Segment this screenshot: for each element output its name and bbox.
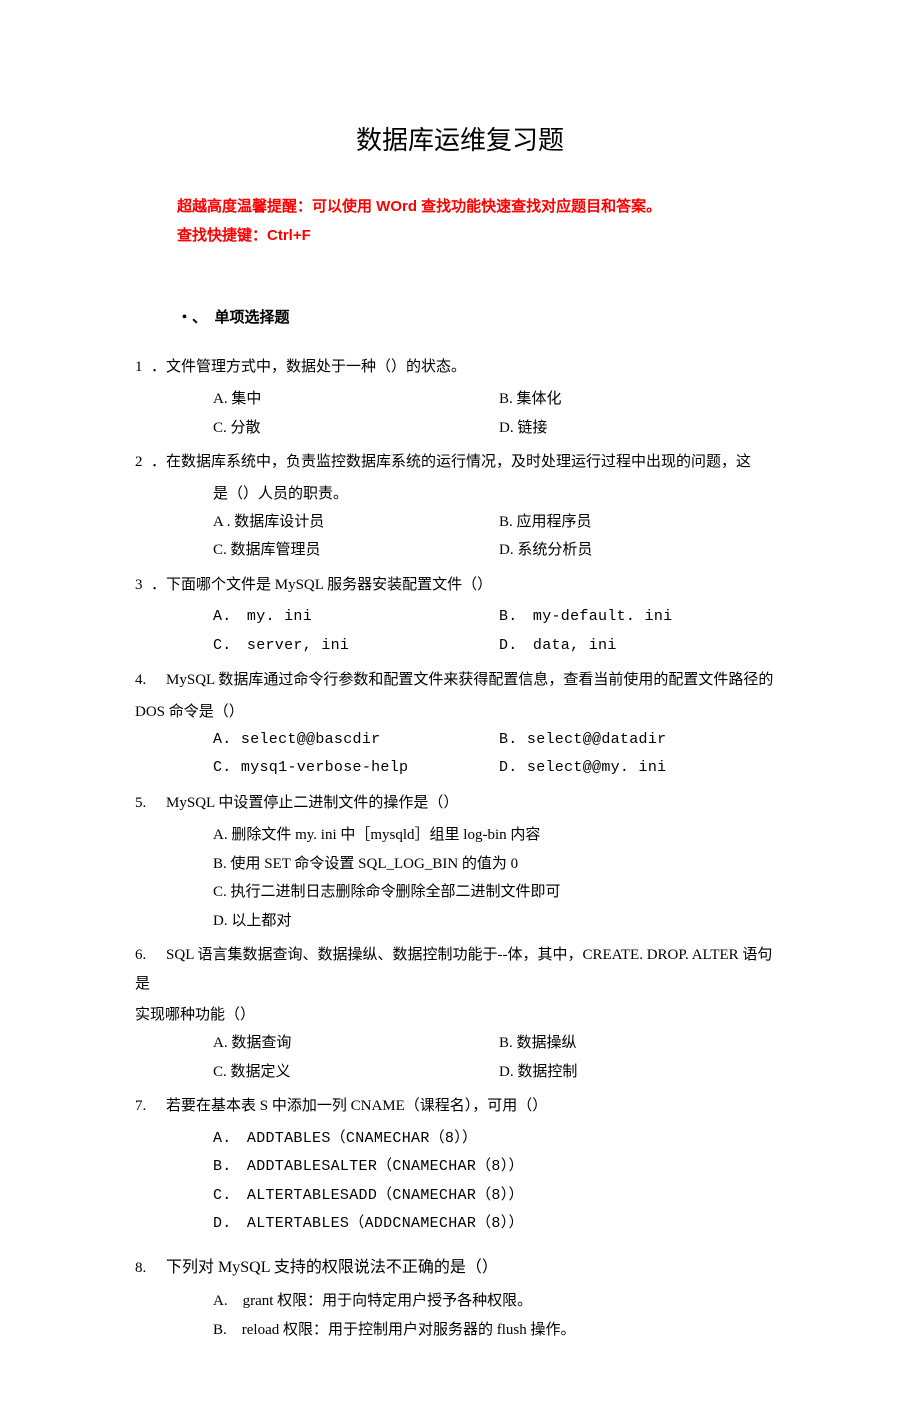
question-2: 2．在数据库系统中，负责监控数据库系统的运行情况，及时处理运行过程中出现的问题，…: [135, 448, 785, 565]
question-4: 4. MySQL 数据库通过命令行参数和配置文件来获得配置信息，查看当前使用的配…: [135, 666, 785, 783]
question-1-num: 1: [135, 353, 151, 382]
option-4-d: D. select@@my. ini: [499, 754, 785, 783]
question-7: 7. 若要在基本表 S 中添加一列 CNAME（课程名），可用（） A. ADD…: [135, 1092, 785, 1239]
question-4-num: 4.: [135, 666, 151, 695]
option-6-b: B. 数据操纵: [499, 1029, 785, 1058]
question-2-stem-text: ．在数据库系统中，负责监控数据库系统的运行情况，及时处理运行过程中出现的问题，这: [151, 454, 751, 470]
option-1-d: D. 链接: [499, 414, 785, 443]
option-3-d: D. data, ini: [499, 632, 785, 661]
question-2-num: 2: [135, 448, 151, 477]
option-2-c: C. 数据库管理员: [213, 536, 499, 565]
question-3-stem: 3．下面哪个文件是 MySQL 服务器安装配置文件（）: [135, 571, 785, 600]
option-7-a: A. ADDTABLES（CNAMECHAR（8））: [213, 1125, 785, 1154]
question-3-options: A. my. ini B. my-default. ini C. server,…: [213, 603, 785, 660]
question-1-options: A. 集中 B. 集体化 C. 分散 D. 链接: [213, 385, 785, 442]
option-3-c: C. server, ini: [213, 632, 499, 661]
question-2-stem-cont: 是（）人员的职责。: [135, 481, 785, 508]
option-7-b: B. ADDTABLESALTER（CNAMECHAR（8））: [213, 1153, 785, 1182]
question-3-num: 3: [135, 571, 151, 600]
question-1-stem-text: ．文件管理方式中，数据处于一种（）的状态。: [151, 359, 466, 375]
question-8-stem: 8. 下列对 MySQL 支持的权限说法不正确的是（）: [135, 1253, 785, 1283]
question-2-stem: 2．在数据库系统中，负责监控数据库系统的运行情况，及时处理运行过程中出现的问题，…: [135, 448, 785, 477]
option-6-a: A. 数据查询: [213, 1029, 499, 1058]
section-heading: ・、 单项选择题: [177, 304, 785, 331]
question-4-options: A. select@@bascdir B. select@@datadir C.…: [213, 726, 785, 783]
tip-line-2: 查找快捷键：Ctrl+F: [177, 222, 785, 249]
question-3: 3．下面哪个文件是 MySQL 服务器安装配置文件（） A. my. ini B…: [135, 571, 785, 661]
question-7-stem: 7. 若要在基本表 S 中添加一列 CNAME（课程名），可用（）: [135, 1092, 785, 1121]
question-6-options: A. 数据查询 B. 数据操纵 C. 数据定义 D. 数据控制: [213, 1029, 785, 1086]
question-6-stem-cont: 实现哪种功能（）: [135, 1002, 785, 1029]
option-8-b: B. reload 权限：用于控制用户对服务器的 flush 操作。: [213, 1316, 785, 1345]
question-5-num: 5.: [135, 789, 151, 818]
question-6: 6. SQL 语言集数据查询、数据操纵、数据控制功能于--体，其中，CREATE…: [135, 941, 785, 1086]
option-4-c: C. mysq1-verbose-help: [213, 754, 499, 783]
tip-line-1: 超越高度温馨提醒：可以使用 WOrd 查找功能快速查找对应题目和答案。: [177, 193, 785, 220]
question-4-stem-text: MySQL 数据库通过命令行参数和配置文件来获得配置信息，查看当前使用的配置文件…: [166, 672, 773, 688]
option-2-a: A . 数据库设计员: [213, 508, 499, 537]
question-5-stem-text: MySQL 中设置停止二进制文件的操作是（）: [166, 795, 458, 811]
question-4-stem: 4. MySQL 数据库通过命令行参数和配置文件来获得配置信息，查看当前使用的配…: [135, 666, 785, 695]
question-8-options: A. grant 权限：用于向特定用户授予各种权限。 B. reload 权限：…: [213, 1287, 785, 1344]
question-1: 1．文件管理方式中，数据处于一种（）的状态。 A. 集中 B. 集体化 C. 分…: [135, 353, 785, 443]
question-6-stem-text: SQL 语言集数据查询、数据操纵、数据控制功能于--体，其中，CREATE. D…: [135, 947, 772, 992]
option-2-b: B. 应用程序员: [499, 508, 785, 537]
option-7-c: C. ALTERTABLESADD（CNAMECHAR（8））: [213, 1182, 785, 1211]
question-1-stem: 1．文件管理方式中，数据处于一种（）的状态。: [135, 353, 785, 382]
question-8: 8. 下列对 MySQL 支持的权限说法不正确的是（） A. grant 权限：…: [135, 1245, 785, 1344]
question-5-options: A. 删除文件 my. ini 中［mysqld］组里 log-bin 内容 B…: [213, 821, 785, 935]
option-4-b: B. select@@datadir: [499, 726, 785, 755]
option-5-a: A. 删除文件 my. ini 中［mysqld］组里 log-bin 内容: [213, 821, 785, 850]
option-5-b: B. 使用 SET 命令设置 SQL_LOG_BIN 的值为 0: [213, 850, 785, 879]
option-4-a: A. select@@bascdir: [213, 726, 499, 755]
question-6-num: 6.: [135, 941, 151, 970]
question-2-options: A . 数据库设计员 B. 应用程序员 C. 数据库管理员 D. 系统分析员: [213, 508, 785, 565]
option-5-d: D. 以上都对: [213, 907, 785, 936]
option-7-d: D. ALTERTABLES（ADDCNAMECHAR（8））: [213, 1210, 785, 1239]
question-3-stem-text: ．下面哪个文件是 MySQL 服务器安装配置文件（）: [151, 577, 492, 593]
option-3-b: B. my-default. ini: [499, 603, 785, 632]
question-7-stem-text: 若要在基本表 S 中添加一列 CNAME（课程名），可用（）: [166, 1098, 547, 1114]
question-4-stem-cont: DOS 命令是（）: [135, 699, 785, 726]
question-7-num: 7.: [135, 1092, 151, 1121]
option-8-a: A. grant 权限：用于向特定用户授予各种权限。: [213, 1287, 785, 1316]
option-6-d: D. 数据控制: [499, 1058, 785, 1087]
option-1-c: C. 分散: [213, 414, 499, 443]
question-5: 5. MySQL 中设置停止二进制文件的操作是（） A. 删除文件 my. in…: [135, 789, 785, 936]
option-5-c: C. 执行二进制日志删除命令删除全部二进制文件即可: [213, 878, 785, 907]
question-5-stem: 5. MySQL 中设置停止二进制文件的操作是（）: [135, 789, 785, 818]
option-3-a: A. my. ini: [213, 603, 499, 632]
question-7-options: A. ADDTABLES（CNAMECHAR（8）） B. ADDTABLESA…: [213, 1125, 785, 1239]
option-2-d: D. 系统分析员: [499, 536, 785, 565]
page-title: 数据库运维复习题: [135, 118, 785, 165]
option-1-b: B. 集体化: [499, 385, 785, 414]
question-8-stem-text: 下列对 MySQL 支持的权限说法不正确的是（）: [166, 1259, 498, 1276]
option-6-c: C. 数据定义: [213, 1058, 499, 1087]
option-1-a: A. 集中: [213, 385, 499, 414]
question-8-num: 8.: [135, 1254, 151, 1283]
question-6-stem: 6. SQL 语言集数据查询、数据操纵、数据控制功能于--体，其中，CREATE…: [135, 941, 785, 998]
